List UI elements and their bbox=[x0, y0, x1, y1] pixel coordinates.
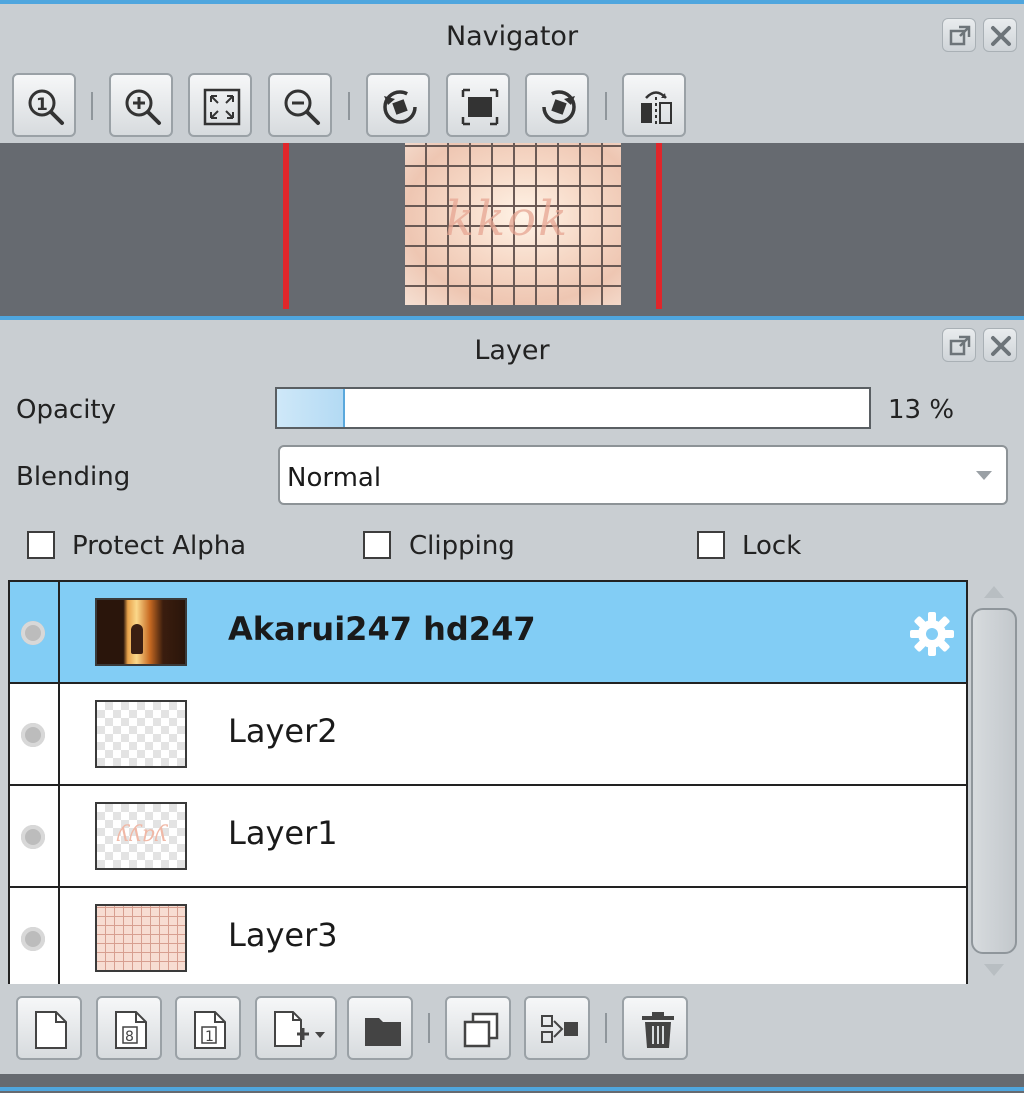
chevron-down-icon bbox=[976, 471, 992, 480]
layer-list: Akarui247 hd247 Layer2 ʎʎɐʎ Layer1 Layer… bbox=[8, 580, 968, 984]
rotate-left-icon bbox=[383, 90, 417, 124]
opacity-slider[interactable] bbox=[275, 387, 871, 429]
zoom-out-icon bbox=[284, 89, 320, 125]
close-icon bbox=[991, 26, 1011, 46]
svg-text:1: 1 bbox=[36, 95, 48, 115]
flip-horizontal-button[interactable] bbox=[622, 73, 686, 137]
gear-icon[interactable] bbox=[908, 610, 956, 658]
layer-name: Layer3 bbox=[228, 916, 338, 954]
layer-row[interactable]: Akarui247 hd247 bbox=[10, 582, 966, 684]
close-icon bbox=[991, 336, 1011, 356]
reset-rotation-icon bbox=[461, 88, 499, 126]
duplicate-icon bbox=[463, 1012, 499, 1048]
merge-down-icon bbox=[541, 1015, 578, 1043]
flip-horizontal-icon bbox=[641, 91, 672, 125]
folder-icon bbox=[365, 1018, 401, 1046]
zoom-in-icon bbox=[125, 89, 161, 125]
clipping-label: Clipping bbox=[409, 531, 515, 561]
opacity-value: 13 % bbox=[888, 395, 955, 425]
scroll-up-icon bbox=[984, 586, 1004, 598]
toolbar-separator bbox=[428, 1013, 430, 1043]
rotate-left-button[interactable] bbox=[366, 73, 430, 137]
new-layer-icon bbox=[35, 1011, 67, 1049]
layer-thumbnail bbox=[95, 904, 187, 972]
layer-thumbnail bbox=[95, 700, 187, 768]
svg-text:1: 1 bbox=[205, 1029, 214, 1045]
toolbar-separator bbox=[605, 92, 607, 120]
thumbnail-figure bbox=[131, 624, 143, 654]
fit-to-window-button[interactable] bbox=[188, 73, 252, 137]
new-8bit-layer-icon: 8 bbox=[115, 1011, 147, 1049]
rotate-right-icon bbox=[542, 90, 576, 124]
layer-thumbnail: ʎʎɐʎ bbox=[95, 802, 187, 870]
protect-alpha-checkbox[interactable] bbox=[27, 531, 55, 559]
close-panel-button[interactable] bbox=[983, 328, 1017, 362]
zoom-in-button[interactable] bbox=[109, 73, 173, 137]
zoom-actual-size-icon: 1 bbox=[28, 89, 64, 125]
layer-visibility-toggle[interactable] bbox=[10, 786, 60, 886]
layer-list-scrollbar[interactable] bbox=[968, 580, 1020, 984]
new-1bit-layer-icon: 1 bbox=[194, 1011, 226, 1049]
toolbar-separator bbox=[348, 92, 350, 120]
float-panel-button[interactable] bbox=[942, 18, 976, 52]
rotate-right-button[interactable] bbox=[525, 73, 589, 137]
layer-name: Akarui247 hd247 bbox=[228, 610, 536, 648]
scrollbar-thumb[interactable] bbox=[971, 608, 1017, 954]
protect-alpha-label: Protect Alpha bbox=[72, 531, 247, 561]
layer-panel-title: Layer bbox=[474, 335, 550, 366]
blending-label: Blending bbox=[16, 462, 131, 492]
add-layer-menu-icon bbox=[274, 1011, 325, 1047]
layer-row[interactable]: Layer2 bbox=[10, 684, 966, 786]
new-1bit-layer-button[interactable]: 1 bbox=[175, 996, 241, 1060]
fit-to-window-icon bbox=[203, 88, 241, 126]
view-guide-right bbox=[656, 143, 662, 309]
visibility-dot-icon bbox=[21, 825, 45, 849]
new-layer-button[interactable] bbox=[16, 996, 82, 1060]
canvas-thumbnail: kkok bbox=[405, 143, 621, 305]
visibility-dot-icon bbox=[21, 621, 45, 645]
next-panel-top-border bbox=[0, 1087, 1024, 1091]
clipping-checkbox[interactable] bbox=[363, 531, 391, 559]
trash-icon bbox=[642, 1012, 674, 1048]
visibility-dot-icon bbox=[21, 927, 45, 951]
layer-row[interactable]: ʎʎɐʎ Layer1 bbox=[10, 786, 966, 888]
lock-label: Lock bbox=[742, 531, 802, 561]
opacity-slider-fill bbox=[277, 389, 345, 427]
thumbnail-text-mark: ʎʎɐʎ bbox=[117, 822, 168, 847]
layer-name: Layer1 bbox=[228, 814, 338, 852]
zoom-out-button[interactable] bbox=[268, 73, 332, 137]
merge-down-button[interactable] bbox=[524, 996, 590, 1060]
canvas-thumbnail-text: kkok bbox=[445, 191, 570, 247]
zoom-actual-size-button[interactable]: 1 bbox=[12, 73, 76, 137]
visibility-dot-icon bbox=[21, 723, 45, 747]
delete-layer-button[interactable] bbox=[622, 996, 688, 1060]
close-panel-button[interactable] bbox=[983, 18, 1017, 52]
toolbar-separator bbox=[91, 92, 93, 120]
reset-rotation-button[interactable] bbox=[446, 73, 510, 137]
layer-name: Layer2 bbox=[228, 712, 338, 750]
duplicate-layer-button[interactable] bbox=[445, 996, 511, 1060]
toolbar-separator bbox=[605, 1013, 607, 1043]
svg-text:8: 8 bbox=[125, 1029, 134, 1045]
layer-thumbnail bbox=[95, 598, 187, 666]
float-icon bbox=[949, 335, 971, 356]
new-8bit-layer-button[interactable]: 8 bbox=[96, 996, 162, 1060]
blending-select-value: Normal bbox=[287, 463, 382, 493]
layer-visibility-toggle[interactable] bbox=[10, 582, 60, 682]
view-guide-left bbox=[283, 143, 289, 309]
opacity-label: Opacity bbox=[16, 395, 117, 425]
new-folder-button[interactable] bbox=[347, 996, 413, 1060]
navigator-preview[interactable]: kkok bbox=[0, 143, 1024, 309]
scroll-down-icon bbox=[984, 964, 1004, 976]
float-icon bbox=[949, 25, 971, 46]
navigator-title: Navigator bbox=[445, 21, 579, 52]
blending-select[interactable]: Normal bbox=[278, 445, 1008, 505]
layer-visibility-toggle[interactable] bbox=[10, 684, 60, 784]
lock-checkbox[interactable] bbox=[697, 531, 725, 559]
add-layer-menu-button[interactable] bbox=[255, 996, 337, 1060]
layer-visibility-toggle[interactable] bbox=[10, 888, 60, 984]
float-panel-button[interactable] bbox=[942, 328, 976, 362]
layer-row[interactable]: Layer3 bbox=[10, 888, 966, 984]
